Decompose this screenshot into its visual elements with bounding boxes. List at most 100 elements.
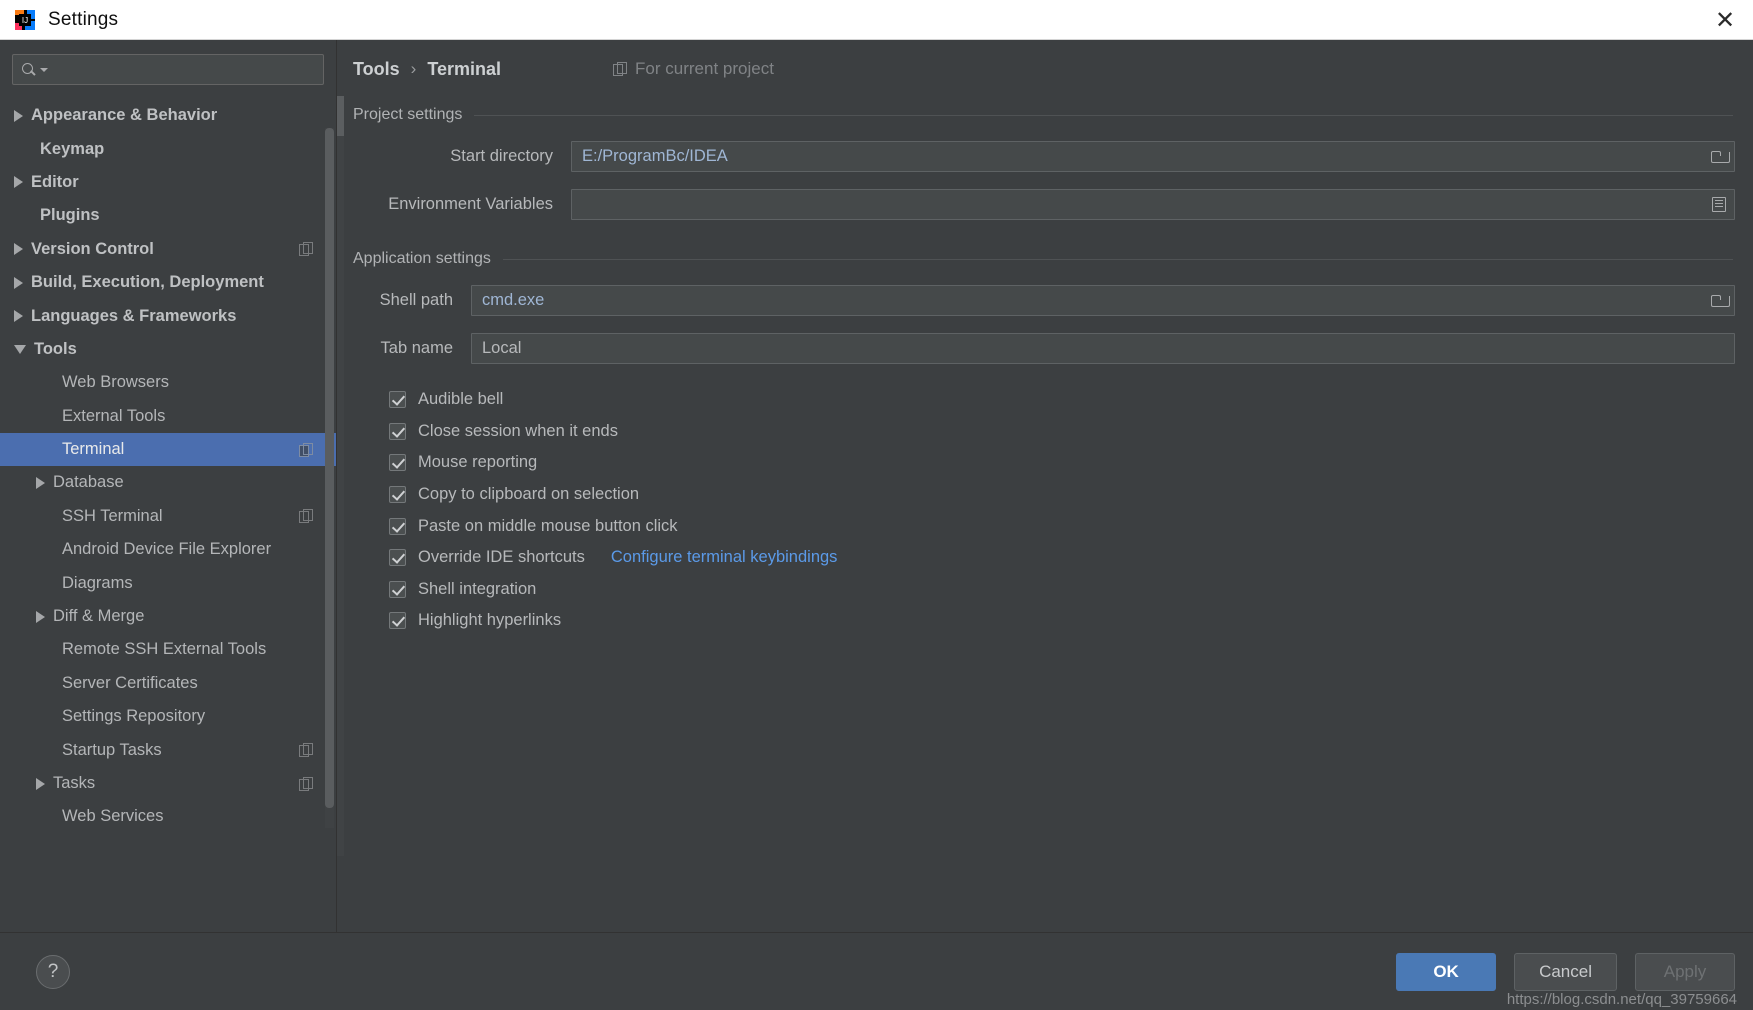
- ok-button[interactable]: OK: [1396, 952, 1497, 991]
- main-scrollbar-track[interactable]: [337, 96, 344, 856]
- environment-variables-control[interactable]: [571, 189, 1735, 220]
- shell-path-browse-button[interactable]: [1704, 286, 1734, 315]
- dialog-body: Appearance & Behavior Keymap Editor Plugins…: [0, 40, 1753, 932]
- checkbox-row-highlight-hyperlinks[interactable]: Highlight hyperlinks: [389, 605, 1735, 637]
- sidebar-item-build-execution-deployment[interactable]: Build, Execution, Deployment: [0, 266, 336, 299]
- shell-path-row: Shell path: [353, 285, 1735, 316]
- copy-icon: [299, 776, 313, 791]
- checkbox-row-copy-to-clipboard-on-selection[interactable]: Copy to clipboard on selection: [389, 479, 1735, 511]
- sidebar-item-languages-frameworks[interactable]: Languages & Frameworks: [0, 299, 336, 332]
- folder-icon: [1710, 150, 1730, 163]
- window-titlebar: IJ Settings ✕: [0, 0, 1753, 40]
- start-directory-row: Start directory: [353, 141, 1735, 172]
- sidebar-item-diff-merge[interactable]: Diff & Merge: [0, 600, 336, 633]
- chevron-right-icon[interactable]: [14, 276, 23, 289]
- checkbox-icon[interactable]: [389, 612, 406, 630]
- sidebar-item-version-control[interactable]: Version Control: [0, 233, 336, 266]
- tab-name-row: Tab name: [353, 333, 1735, 364]
- checkbox-icon[interactable]: [389, 391, 406, 409]
- sidebar-item-tasks[interactable]: Tasks: [0, 767, 336, 800]
- chevron-down-icon[interactable]: [14, 344, 26, 354]
- chevron-right-icon[interactable]: [14, 310, 23, 323]
- checkbox-row-override-ide-shortcuts[interactable]: Override IDE shortcuts Configure terminal…: [389, 542, 1735, 574]
- sidebar-item-editor[interactable]: Editor: [0, 166, 336, 199]
- start-directory-browse-button[interactable]: [1704, 142, 1734, 171]
- breadcrumb-parent[interactable]: Tools: [353, 59, 400, 80]
- chevron-right-icon[interactable]: [14, 176, 23, 189]
- copy-icon: [613, 62, 628, 76]
- chevron-right-icon[interactable]: [36, 777, 45, 790]
- checkbox-label: Override IDE shortcuts: [418, 548, 585, 567]
- sidebar-item-web-browsers[interactable]: Web Browsers: [0, 366, 336, 399]
- help-button[interactable]: ?: [36, 954, 70, 989]
- checkbox-icon[interactable]: [389, 486, 406, 504]
- environment-variables-edit-button[interactable]: [1704, 190, 1734, 219]
- sidebar-item-startup-tasks[interactable]: Startup Tasks: [0, 733, 336, 766]
- project-settings-title: Project settings: [353, 106, 1735, 124]
- sidebar-item-server-certificates[interactable]: Server Certificates: [0, 667, 336, 700]
- chevron-right-icon[interactable]: [14, 109, 23, 122]
- sidebar-item-label: Startup Tasks: [62, 740, 162, 759]
- copy-icon: [299, 509, 313, 524]
- search-box[interactable]: [12, 54, 324, 85]
- sidebar-item-label: Tools: [34, 339, 77, 358]
- chevron-right-icon[interactable]: [14, 243, 23, 256]
- sidebar-item-web-services[interactable]: Web Services: [0, 800, 336, 833]
- application-settings-title-text: Application settings: [353, 250, 491, 267]
- cancel-button[interactable]: Cancel: [1514, 952, 1617, 991]
- sidebar-item-database[interactable]: Database: [0, 466, 336, 499]
- checkbox-label: Close session when it ends: [418, 421, 618, 440]
- checkbox-row-paste-on-middle-mouse-button-click[interactable]: Paste on middle mouse button click: [389, 510, 1735, 542]
- search-icon: [21, 61, 39, 79]
- sidebar-item-label: Languages & Frameworks: [31, 306, 237, 325]
- settings-sidebar: Appearance & Behavior Keymap Editor Plugins…: [0, 40, 337, 932]
- sidebar-item-external-tools[interactable]: External Tools: [0, 400, 336, 433]
- chevron-right-icon[interactable]: [36, 476, 45, 489]
- sidebar-item-tools[interactable]: Tools: [0, 333, 336, 366]
- configure-terminal-keybindings-link[interactable]: Configure terminal keybindings: [611, 548, 838, 567]
- sidebar-item-diagrams[interactable]: Diagrams: [0, 566, 336, 599]
- breadcrumb-current: Terminal: [427, 58, 502, 79]
- sidebar-item-keymap[interactable]: Keymap: [0, 132, 336, 165]
- settings-tree[interactable]: Appearance & Behavior Keymap Editor Plugins…: [0, 95, 336, 932]
- checkbox-icon[interactable]: [389, 422, 406, 440]
- sidebar-item-label: External Tools: [62, 406, 166, 425]
- sidebar-item-label: Tasks: [53, 774, 96, 792]
- checkbox-row-mouse-reporting[interactable]: Mouse reporting: [389, 447, 1735, 479]
- environment-variables-row: Environment Variables: [353, 189, 1735, 220]
- shell-path-control[interactable]: [471, 285, 1735, 316]
- close-icon[interactable]: ✕: [1697, 0, 1753, 40]
- sidebar-item-remote-ssh-external-tools[interactable]: Remote SSH External Tools: [0, 633, 336, 666]
- checkbox-icon[interactable]: [389, 454, 406, 472]
- window-title: Settings: [48, 8, 119, 30]
- tab-name-input[interactable]: [472, 339, 1734, 358]
- checkbox-row-shell-integration[interactable]: Shell integration: [389, 574, 1735, 606]
- start-directory-control[interactable]: [571, 141, 1735, 172]
- sidebar-item-plugins[interactable]: Plugins: [0, 199, 336, 232]
- sidebar-item-settings-repository[interactable]: Settings Repository: [0, 700, 336, 733]
- sidebar-item-android-device-file-explorer[interactable]: Android Device File Explorer: [0, 533, 336, 566]
- shell-path-input[interactable]: [472, 291, 1704, 310]
- tab-name-control[interactable]: [471, 333, 1735, 364]
- chevron-down-icon[interactable]: [40, 67, 48, 72]
- search-input[interactable]: [48, 61, 315, 78]
- checkbox-icon[interactable]: [389, 517, 406, 535]
- sidebar-item-ssh-terminal[interactable]: SSH Terminal: [0, 500, 336, 533]
- sidebar-item-terminal[interactable]: Terminal: [0, 432, 336, 467]
- checkbox-row-audible-bell[interactable]: Audible bell: [389, 384, 1735, 416]
- sidebar-item-label: Terminal: [62, 440, 125, 459]
- chevron-right-icon[interactable]: [36, 610, 45, 623]
- checkbox-row-close-session-when-it-ends[interactable]: Close session when it ends: [389, 416, 1735, 448]
- main-scrollbar-thumb[interactable]: [337, 96, 344, 136]
- checkbox-icon[interactable]: [389, 580, 406, 598]
- project-settings-title-text: Project settings: [353, 106, 463, 123]
- sidebar-item-appearance-behavior[interactable]: Appearance & Behavior: [0, 99, 336, 132]
- dialog-footer: ? OK Cancel Apply https://blog.csdn.net/…: [0, 932, 1753, 1010]
- checkbox-icon[interactable]: [389, 549, 406, 567]
- sidebar-scrollbar-thumb[interactable]: [325, 128, 334, 808]
- folder-icon: [1710, 294, 1730, 307]
- start-directory-input[interactable]: [572, 147, 1704, 166]
- environment-variables-input[interactable]: [572, 195, 1704, 214]
- sidebar-item-label: Build, Execution, Deployment: [31, 273, 264, 292]
- breadcrumb: Tools › Terminal For current project: [353, 46, 1735, 92]
